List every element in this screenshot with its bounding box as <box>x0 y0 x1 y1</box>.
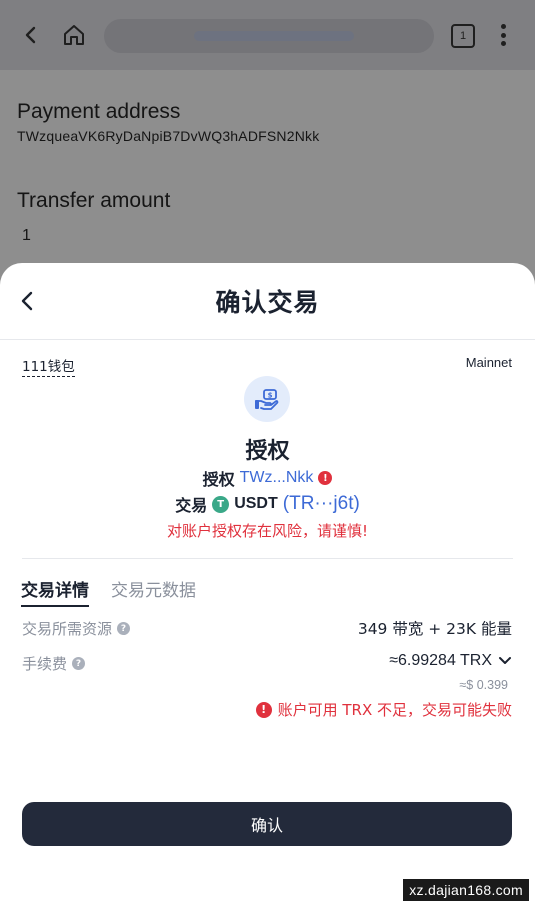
resources-label-row: 交易所需资源 ? <box>22 618 131 639</box>
fee-usd-value: ≈$ 0.399 <box>459 678 508 692</box>
trade-row: 交易 T USDT (TR···j6t) <box>0 492 535 516</box>
risk-warning-text: 对账户授权存在风险，请谨慎! <box>166 522 368 540</box>
address-bar-text-blurred <box>194 31 354 41</box>
confirm-transaction-sheet: 确认交易 111钱包 Mainnet $ 授权 授权 TWz...Nkk ! 交… <box>0 263 535 908</box>
resources-value: 349 带宽 + 23K 能量 <box>357 620 512 638</box>
svg-text:$: $ <box>268 392 273 400</box>
wallet-name[interactable]: 111钱包 <box>22 355 75 377</box>
warning-icon: ! <box>255 701 272 718</box>
authorize-address-link[interactable]: TWz...Nkk <box>240 469 314 487</box>
address-bar[interactable] <box>104 19 434 53</box>
browser-home-button[interactable] <box>59 20 89 50</box>
warning-icon[interactable]: ! <box>318 471 333 485</box>
fee-label: 手续费 <box>22 655 68 673</box>
watermark: xz.dajian168.com <box>403 879 529 901</box>
authorize-row: 授权 TWz...Nkk ! <box>0 466 535 490</box>
action-title: 授权 <box>245 439 290 464</box>
transfer-amount-label: Transfer amount <box>17 189 171 212</box>
tether-icon: T <box>212 495 230 513</box>
trade-label: 交易 <box>175 496 208 515</box>
network-label: Mainnet <box>465 355 512 370</box>
browser-menu-icon[interactable] <box>500 24 506 46</box>
detail-tabs: 交易详情 交易元数据 <box>21 576 196 607</box>
divider <box>22 558 513 559</box>
approve-hand-icon: $ <box>244 376 290 422</box>
tab-count-button[interactable]: 1 <box>451 24 475 48</box>
fee-value-dropdown[interactable]: ≈6.99284 TRX <box>389 652 512 670</box>
fee-label-row: 手续费 ? <box>22 653 86 674</box>
home-icon <box>64 25 84 45</box>
resources-label: 交易所需资源 <box>22 620 113 638</box>
chevron-down-icon <box>499 657 511 664</box>
browser-toolbar: 1 <box>0 0 535 70</box>
confirm-button[interactable]: 确认 <box>22 802 512 846</box>
chevron-left-icon <box>25 26 36 44</box>
payment-address-label: Payment address <box>17 100 181 123</box>
authorize-label: 授权 <box>202 470 235 489</box>
browser-back-button[interactable] <box>16 20 46 50</box>
tab-transaction-details[interactable]: 交易详情 <box>21 576 89 607</box>
sheet-title: 确认交易 <box>215 288 320 317</box>
transfer-amount-value: 1 <box>22 227 31 244</box>
tab-transaction-metadata[interactable]: 交易元数据 <box>111 576 196 607</box>
help-icon[interactable]: ? <box>72 657 86 670</box>
insufficient-trx-warning: ! 账户可用 TRX 不足，交易可能失败 <box>255 699 512 720</box>
payment-address-value: TWzqueaVK6RyDaNpiB7DvWQ3hADFSN2Nkk <box>17 128 320 144</box>
token-address-link[interactable]: (TR···j6t) <box>283 493 360 515</box>
insufficient-warning-text: 账户可用 TRX 不足，交易可能失败 <box>277 701 512 719</box>
help-icon[interactable]: ? <box>117 622 131 635</box>
fee-value: ≈6.99284 TRX <box>389 652 492 669</box>
sheet-header: 确认交易 <box>0 263 535 340</box>
token-symbol: USDT <box>234 495 278 512</box>
